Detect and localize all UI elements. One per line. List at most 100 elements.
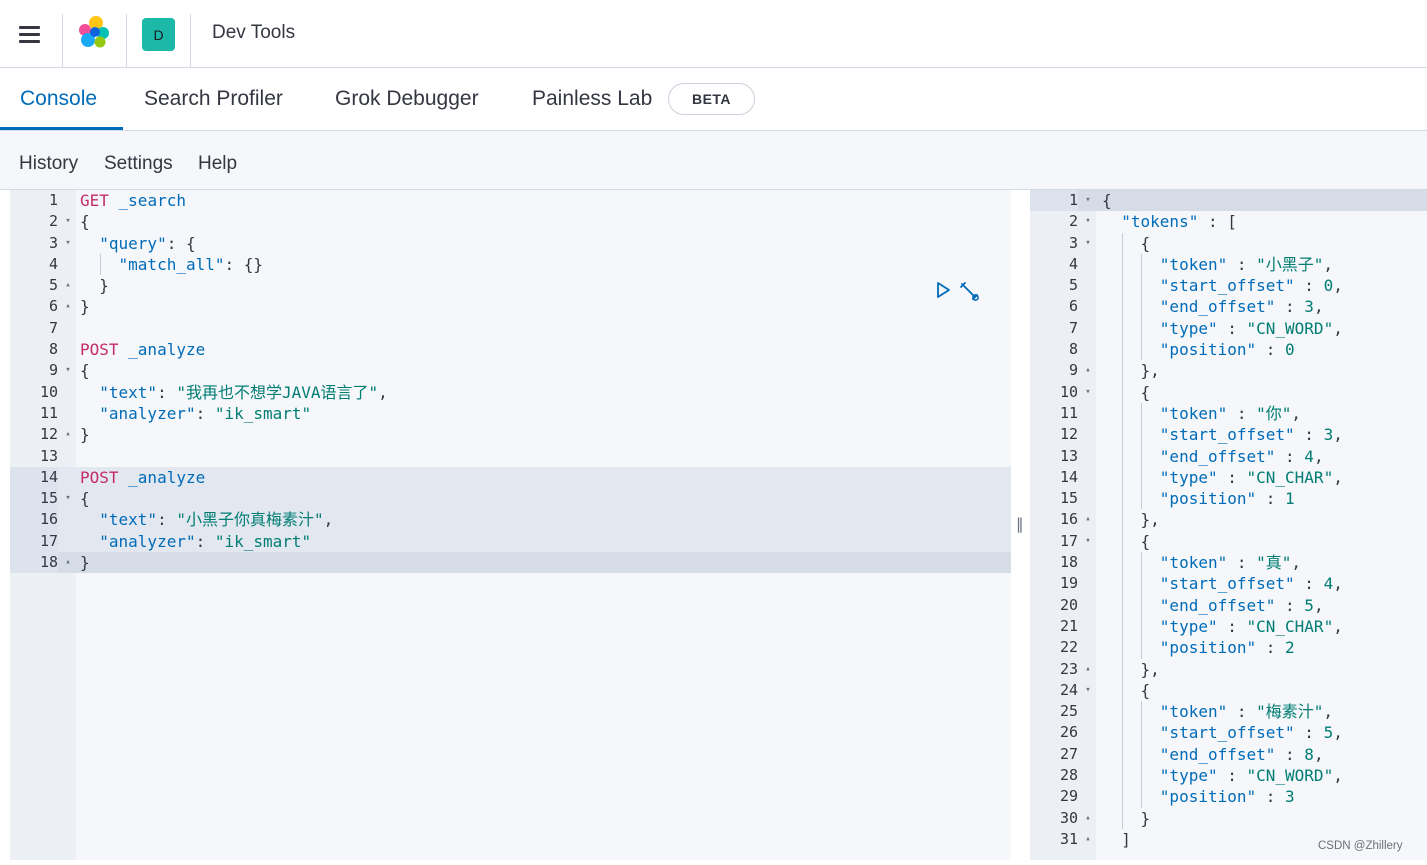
code-line[interactable]: 11 "token" : "你", <box>1030 402 1427 425</box>
fold-arrow-up-icon[interactable]: ▴ <box>1082 829 1094 850</box>
response-editor[interactable]: 1 ▾{2 ▾ "tokens" : [3 ▾ {4 "token" : "小黑子",… <box>1030 190 1427 860</box>
code-line[interactable]: 4 "match_all": {} <box>10 253 1011 276</box>
fold-arrow-up-icon[interactable]: ▴ <box>1082 360 1094 381</box>
line-number: 6 <box>1068 297 1078 316</box>
space-avatar[interactable]: D <box>142 18 175 51</box>
code-line[interactable]: 17 ▾ { <box>1030 530 1427 553</box>
code-line[interactable]: 7 "type" : "CN_WORD", <box>1030 317 1427 340</box>
help-link[interactable]: Help <box>198 153 237 175</box>
code-line[interactable]: 6 "end_offset" : 3, <box>1030 296 1427 318</box>
code-line[interactable]: 24 ▾ { <box>1030 679 1427 702</box>
code-line[interactable]: 23 ▴ }, <box>1030 658 1427 680</box>
code-line[interactable]: 15 "position" : 1 <box>1030 488 1427 510</box>
code-line[interactable]: 15 ▾ { <box>10 488 1011 510</box>
code-line[interactable]: 13 <box>10 446 1011 467</box>
code-token: _analyze <box>118 340 206 360</box>
code-line[interactable]: 9 ▾ { <box>10 360 1011 381</box>
code-line[interactable]: 19 "start_offset" : 4, <box>1030 573 1427 595</box>
history-link[interactable]: History <box>19 153 78 175</box>
response-code[interactable]: 1 ▾{2 ▾ "tokens" : [3 ▾ {4 "token" : "小黑子",… <box>1030 190 1427 850</box>
indent-guide <box>1122 701 1123 723</box>
header-divider <box>190 14 191 68</box>
fold-arrow-down-icon[interactable]: ▾ <box>1082 531 1094 552</box>
code-line[interactable]: 12 "start_offset" : 3, <box>1030 424 1427 446</box>
indent-guide <box>1122 402 1123 425</box>
code-line[interactable]: 29 "position" : 3 <box>1030 786 1427 808</box>
code-line[interactable]: 10 "text": "我再也不想学JAVA语言了", <box>10 382 1011 403</box>
fold-arrow-up-icon[interactable]: ▴ <box>62 552 74 573</box>
code-line[interactable]: 8 POST _analyze <box>10 339 1011 360</box>
code-line[interactable]: 8 "position" : 0 <box>1030 339 1427 361</box>
code-line[interactable]: 1 GET _search <box>10 190 1011 211</box>
fold-arrow-up-icon[interactable]: ▴ <box>62 296 74 317</box>
code-line[interactable]: 2 ▾ "tokens" : [ <box>1030 211 1427 232</box>
fold-arrow-down-icon[interactable]: ▾ <box>1082 233 1094 254</box>
indent-guide <box>1122 232 1123 254</box>
code-token: : <box>1227 403 1257 423</box>
code-line[interactable]: 14 POST _analyze <box>10 466 1011 489</box>
indent-guide <box>1122 637 1123 659</box>
code-line[interactable]: 11 "analyzer": "ik_smart" <box>10 403 1011 424</box>
tab-console[interactable]: Console <box>20 68 97 130</box>
tab-painless-lab[interactable]: Painless Lab <box>532 68 652 130</box>
code-line[interactable]: 17 "analyzer": "ik_smart" <box>10 530 1011 553</box>
fold-arrow-up-icon[interactable]: ▴ <box>62 275 74 296</box>
fold-arrow-down-icon[interactable]: ▾ <box>1082 382 1094 403</box>
request-code[interactable]: 1 GET _search 2 ▾{3 ▾ "query": {4 "match_all… <box>10 190 1011 574</box>
fold-arrow-up-icon[interactable]: ▴ <box>1082 808 1094 829</box>
code-text: "token" : "小黑子", <box>1102 254 1333 275</box>
code-line[interactable]: 21 "type" : "CN_CHAR", <box>1030 615 1427 638</box>
fold-arrow-down-icon[interactable]: ▾ <box>1082 211 1094 232</box>
request-editor[interactable]: 1 GET _search 2 ▾{3 ▾ "query": {4 "match_all… <box>10 190 1011 860</box>
code-line[interactable]: 14 "type" : "CN_CHAR", <box>1030 466 1427 489</box>
code-line[interactable]: 10 ▾ { <box>1030 381 1427 403</box>
fold-arrow-up-icon[interactable]: ▴ <box>1082 509 1094 530</box>
code-text: "position" : 1 <box>1102 488 1295 509</box>
wrench-icon[interactable] <box>958 280 980 302</box>
code-text: "start_offset" : 5, <box>1102 722 1343 743</box>
fold-arrow-down-icon[interactable]: ▾ <box>62 488 74 509</box>
code-line[interactable]: 28 "type" : "CN_WORD", <box>1030 765 1427 787</box>
code-line[interactable]: 5 ▴ } <box>10 275 1011 296</box>
code-line[interactable]: 5 "start_offset" : 0, <box>1030 275 1427 297</box>
code-token: POST <box>80 340 119 360</box>
code-line[interactable]: 12 ▴} <box>10 424 1011 445</box>
code-line[interactable]: 9 ▴ }, <box>1030 360 1427 382</box>
code-line[interactable]: 6 ▴} <box>10 296 1011 317</box>
code-line[interactable]: 30 ▴ } <box>1030 807 1427 829</box>
code-line[interactable]: 4 "token" : "小黑子", <box>1030 253 1427 276</box>
tab-grok-debugger[interactable]: Grok Debugger <box>335 68 479 130</box>
fold-arrow-down-icon[interactable]: ▾ <box>1082 190 1094 211</box>
resizer-handle-icon[interactable]: ‖ <box>1016 515 1024 533</box>
code-line[interactable]: 27 "end_offset" : 8, <box>1030 743 1427 766</box>
fold-arrow-down-icon[interactable]: ▾ <box>62 233 74 254</box>
code-line[interactable]: 18 ▴} <box>10 552 1011 574</box>
code-line[interactable]: 3 ▾ "query": { <box>10 233 1011 254</box>
elastic-logo-icon[interactable] <box>76 14 112 50</box>
code-token: "analyzer" <box>99 531 196 551</box>
code-text: { <box>1102 233 1151 254</box>
code-line[interactable]: 1 ▾ { <box>1030 190 1427 212</box>
code-line[interactable]: 20 "end_offset" : 5, <box>1030 594 1427 616</box>
play-icon[interactable] <box>934 281 952 299</box>
code-line[interactable]: 16 "text": "小黑子你真梅素汁", <box>10 509 1011 531</box>
code-line[interactable]: 13 "end_offset" : 4, <box>1030 445 1427 467</box>
hamburger-menu-icon[interactable] <box>18 24 42 44</box>
code-line[interactable]: 2 ▾ { <box>10 211 1011 232</box>
tab-search-profiler[interactable]: Search Profiler <box>144 68 283 130</box>
fold-arrow-up-icon[interactable]: ▴ <box>1082 659 1094 680</box>
fold-arrow-up-icon[interactable]: ▴ <box>62 424 74 445</box>
code-line[interactable]: 25 "token" : "梅素汁", <box>1030 701 1427 723</box>
settings-link[interactable]: Settings <box>104 153 173 175</box>
fold-arrow-down-icon[interactable]: ▾ <box>1082 680 1094 701</box>
code-line[interactable]: 26 "start_offset" : 5, <box>1030 722 1427 744</box>
code-line[interactable]: 3 ▾ { <box>1030 232 1427 254</box>
fold-arrow-down-icon[interactable]: ▾ <box>62 360 74 381</box>
code-line[interactable]: 22 "position" : 2 <box>1030 637 1427 659</box>
code-line[interactable]: 18 "token" : "真", <box>1030 552 1427 574</box>
code-line[interactable]: 16 ▴ }, <box>1030 509 1427 531</box>
fold-arrow-down-icon[interactable]: ▾ <box>62 211 74 232</box>
code-line[interactable]: 7 <box>10 318 1011 339</box>
